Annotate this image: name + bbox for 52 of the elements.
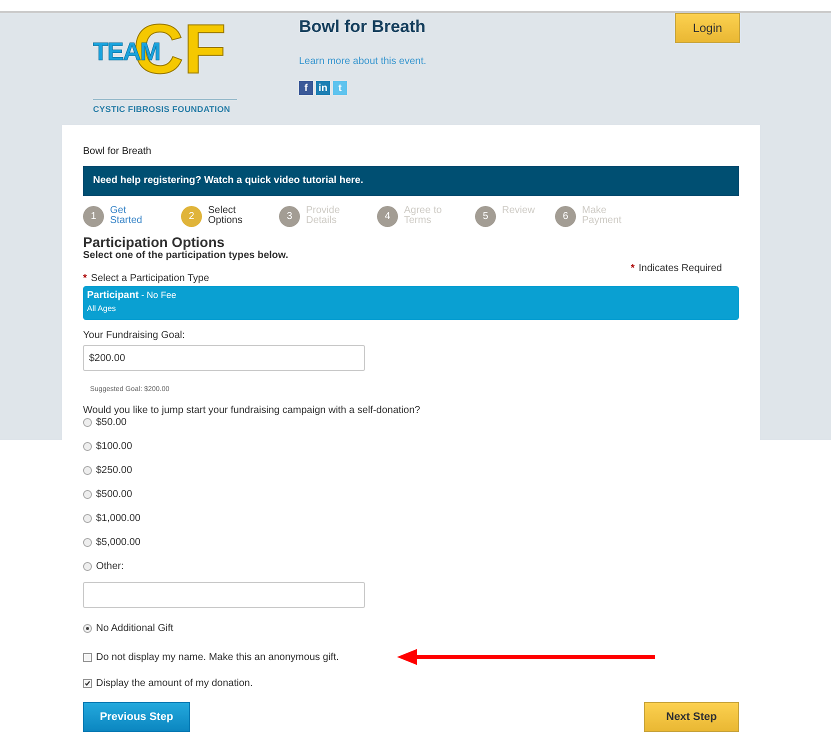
option-label: $250.00: [96, 464, 132, 476]
previous-step-button[interactable]: Previous Step: [83, 702, 190, 732]
step-label: Review: [502, 206, 536, 216]
step-number: 3: [279, 206, 300, 227]
checkbox-label: Display the amount of my donation.: [96, 678, 253, 688]
step-number: 1: [83, 206, 104, 227]
option-label: No Additional Gift: [96, 622, 174, 634]
checkbox[interactable]: [83, 652, 92, 662]
checkbox-label: Do not display my name. Make this an anonymous gift.: [96, 652, 339, 662]
goal-field[interactable]: $200.00: [83, 345, 365, 371]
event-link[interactable]: Learn more about this event.: [299, 56, 426, 67]
social-link[interactable]: f: [299, 81, 313, 95]
radio-button[interactable]: [83, 538, 92, 546]
field-label: Select a Participation Type: [90, 273, 210, 284]
radio-button[interactable]: [83, 442, 92, 450]
section-heading: Participation Options: [83, 234, 226, 250]
step-label: Select Options: [208, 206, 244, 226]
option-label: $500.00: [96, 488, 132, 500]
checkbox[interactable]: [83, 678, 92, 688]
other-amount-field[interactable]: [83, 582, 365, 608]
step-number: 6: [555, 206, 576, 227]
radio-button[interactable]: [83, 418, 92, 426]
social-link[interactable]: in: [316, 81, 330, 95]
breadcrumb: Bowl for Breath: [83, 146, 152, 157]
step-number: 5: [475, 206, 496, 227]
option-label: $50.00: [96, 416, 127, 428]
option-label: $5,000.00: [96, 536, 140, 548]
login-button[interactable]: Login: [675, 13, 740, 43]
option-label: Other:: [96, 560, 124, 572]
option-label: $1,000.00: [96, 512, 140, 524]
section-subheading: Select one of the participation types below.: [83, 250, 290, 261]
required-note: Indicates Required: [638, 263, 722, 274]
radio-button[interactable]: [83, 490, 92, 498]
event-title: Bowl for Breath: [299, 17, 427, 37]
step-label[interactable]: Get Started: [110, 206, 154, 226]
step-label: Provide Details: [306, 206, 341, 226]
step-label: Agree to Terms: [404, 206, 443, 226]
radio-button[interactable]: [83, 624, 92, 632]
field-label: Your Fundraising Goal:: [83, 330, 186, 341]
step-number: 2: [181, 206, 202, 227]
radio-button[interactable]: [83, 514, 92, 522]
radio-button[interactable]: [83, 466, 92, 474]
radio-button[interactable]: [83, 562, 92, 570]
required-icon: *: [83, 273, 87, 284]
required-icon: *: [630, 263, 635, 274]
step-number: 4: [377, 206, 398, 227]
step-label: Make Payment: [582, 206, 622, 226]
question-text: Would you like to jump start your fundraising campaign with a self-donation?: [83, 405, 422, 416]
next-step-button[interactable]: Next Step: [644, 702, 739, 732]
help-banner[interactable]: Need help registering? Watch a quick video tutorial here.: [83, 166, 739, 196]
option-label: $100.00: [96, 440, 132, 452]
participation-option[interactable]: Participant - No Fee All Ages: [83, 286, 739, 320]
